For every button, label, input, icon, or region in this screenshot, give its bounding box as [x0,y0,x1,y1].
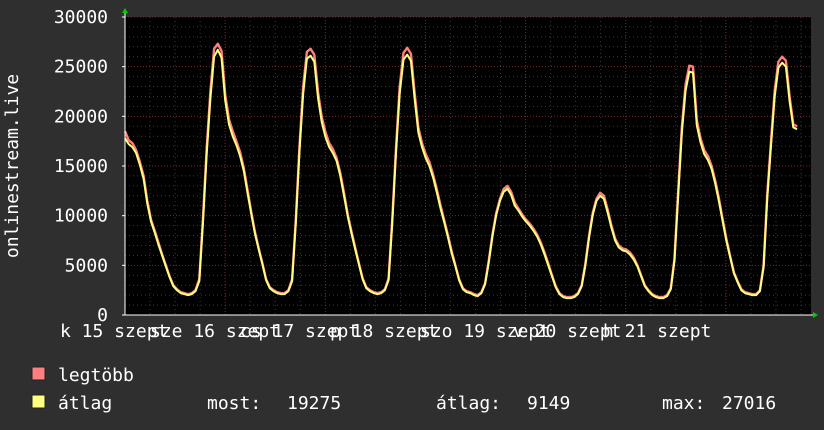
stat-average-value: 9149 [527,393,570,414]
legend-label-avg: átlag [58,393,112,414]
x-tick-labels: k 15 szeptsze 16 szeptcs 17 szeptp 18 sz… [60,321,711,342]
stat-average-label: átlag: [436,393,501,414]
y-tick-label: 30000 [54,7,108,28]
y-tick-label: 5000 [65,255,108,276]
y-tick-label: 15000 [54,156,108,177]
chart-canvas: 050001000015000200002500030000 k 15 szep… [0,0,824,430]
stat-max-label: max: [662,393,705,414]
stat-max-value: 27016 [722,393,776,414]
y-tick-label: 25000 [54,57,108,78]
x-tick-label: h 21 szept [603,321,711,342]
legend-swatch-avg [31,394,46,409]
legend-label-max: legtöbb [58,365,134,386]
legend-swatch-max [31,366,46,381]
y-tick-label: 10000 [54,206,108,227]
stat-current-label: most: [207,393,261,414]
stat-current-value: 19275 [287,393,341,414]
y-tick-label: 20000 [54,106,108,127]
y-axis-label: onlinestream.live [2,74,23,258]
